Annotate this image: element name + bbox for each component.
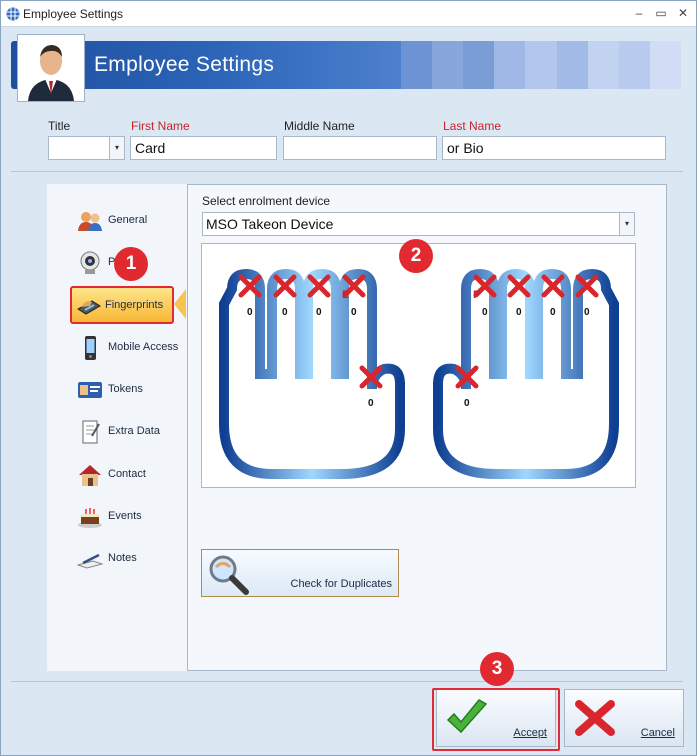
sidebar-item-label: Mobile Access (108, 341, 179, 353)
webcam-icon (80, 251, 100, 274)
app-grid-icon (6, 7, 20, 21)
finger-count: 0 (316, 307, 322, 318)
finger-mark: F (473, 289, 480, 301)
cake-icon (78, 508, 102, 528)
sidebar-item-events[interactable]: Events (75, 502, 185, 532)
finger-not-enrolled-icon[interactable] (454, 364, 480, 390)
sidebar-item-extra-data[interactable]: Extra Data (75, 417, 185, 447)
middle-name-input[interactable] (283, 136, 437, 160)
title-select[interactable] (48, 136, 110, 160)
fingerprint-hands-panel (201, 243, 636, 488)
accept-highlight (432, 688, 560, 751)
divider (11, 171, 683, 172)
close-button[interactable]: ✕ (674, 5, 692, 21)
sidebar-item-label: Notes (108, 552, 137, 564)
sidebar-item-tokens[interactable]: Tokens (75, 375, 185, 405)
sidebar-item-label: Fingerprints (105, 299, 164, 311)
annotation-badge-2: 2 (399, 239, 433, 273)
finger-count: 0 (550, 307, 556, 318)
users-icon (78, 212, 102, 231)
note-icon (82, 420, 100, 444)
chevron-down-icon[interactable]: ▾ (619, 213, 634, 235)
check-duplicates-label: Check for Duplicates (290, 578, 393, 590)
check-duplicates-button[interactable]: Check for Duplicates (201, 549, 399, 597)
enrolment-device-select[interactable]: MSO Takeon Device (202, 212, 635, 236)
window-title: Employee Settings (23, 7, 124, 21)
sidebar-item-contact[interactable]: Contact (75, 460, 185, 490)
cancel-button[interactable]: Cancel (564, 689, 684, 747)
first-name-input[interactable]: Card (130, 136, 277, 160)
finger-count: 0 (584, 307, 590, 318)
sidebar-item-label: Tokens (108, 383, 143, 395)
page-title: Employee Settings (94, 53, 275, 76)
first-name-label: First Name (131, 119, 190, 133)
maximize-button[interactable]: ▭ (652, 5, 670, 21)
sidebar-item-general[interactable]: General (75, 206, 185, 236)
finger-not-enrolled-icon[interactable] (574, 273, 600, 299)
sidebar-item-label: General (108, 214, 148, 226)
selected-arrow (174, 289, 186, 319)
fingerprint-scanner-icon (77, 300, 101, 315)
finger-count: 0 (282, 307, 288, 318)
pen-icon (77, 553, 103, 569)
title-bar[interactable]: Employee Settings – ▭ ✕ (1, 1, 696, 27)
finger-count: 0 (368, 398, 374, 409)
phone-icon (85, 336, 96, 360)
finger-count: 0 (351, 307, 357, 318)
cancel-label: Cancel (640, 727, 675, 739)
sidebar-item-mobile-access[interactable]: Mobile Access (75, 333, 185, 363)
middle-name-label: Middle Name (284, 119, 355, 133)
finger-not-enrolled-icon[interactable] (540, 273, 566, 299)
finger-mark: E (342, 289, 350, 301)
divider (11, 681, 683, 682)
last-name-input[interactable]: or Bio (442, 136, 666, 160)
card-icon (78, 382, 102, 398)
hands-diagram (219, 268, 619, 479)
employee-settings-window: Employee Settings – ▭ ✕ Employee Setting… (0, 0, 697, 756)
finger-not-enrolled-icon[interactable] (272, 273, 298, 299)
finger-not-enrolled-icon[interactable] (306, 273, 332, 299)
annotation-badge-1: 1 (114, 247, 148, 281)
minimize-button[interactable]: – (630, 5, 648, 21)
person-icon (28, 45, 74, 101)
finger-not-enrolled-icon[interactable] (506, 273, 532, 299)
title-dropdown-arrow[interactable]: ▾ (109, 136, 125, 160)
finger-count: 0 (482, 307, 488, 318)
finger-not-enrolled-icon[interactable] (358, 364, 384, 390)
sidebar-item-fingerprints[interactable]: Fingerprints (70, 286, 174, 324)
employee-avatar (17, 34, 85, 102)
sidebar-item-notes[interactable]: Notes (75, 544, 185, 574)
title-label: Title (48, 119, 71, 133)
house-icon (79, 465, 101, 486)
annotation-badge-3: 3 (480, 652, 514, 686)
magnifier-icon (209, 555, 249, 595)
finger-count: 0 (516, 307, 522, 318)
finger-count: 0 (247, 307, 253, 318)
sidebar-item-label: Extra Data (108, 425, 160, 437)
sidebar-item-label: Contact (108, 468, 146, 480)
finger-count: 0 (464, 398, 470, 409)
enrolment-device-label: Select enrolment device (202, 194, 331, 208)
sidebar-item-label: Events (108, 510, 142, 522)
finger-not-enrolled-icon[interactable] (237, 273, 263, 299)
cancel-x-icon (575, 700, 615, 736)
last-name-label: Last Name (443, 119, 502, 133)
